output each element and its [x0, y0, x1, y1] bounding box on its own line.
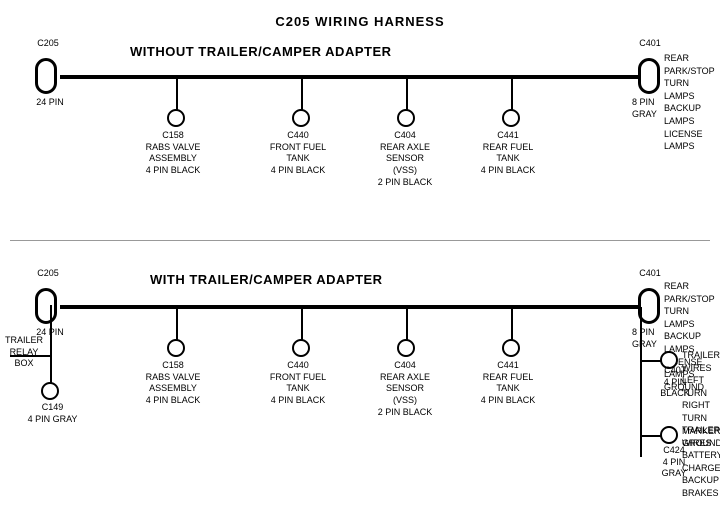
section1-title: WITHOUT TRAILER/CAMPER ADAPTER	[130, 44, 392, 59]
section1-main-wire	[60, 75, 642, 79]
section1-c205-connector	[35, 58, 57, 94]
section2-c401-pin: 8 PINGRAY	[630, 327, 680, 350]
section2-c149-label: C1494 PIN GRAY	[25, 402, 80, 425]
section1-c158-connector	[167, 109, 185, 127]
section2-c424-hline	[640, 435, 662, 437]
section2-c205-label: C205	[28, 268, 68, 280]
diagram-area: C205 WIRING HARNESS WITHOUT TRAILER/CAMP…	[0, 0, 720, 490]
section1-c205-pin: 24 PIN	[25, 97, 75, 109]
section1-c441-connector	[502, 109, 520, 127]
section1-drop2-line	[301, 77, 303, 112]
section1-c401-connector	[638, 58, 660, 94]
section-divider	[10, 240, 710, 241]
section1-drop4-line	[511, 77, 513, 112]
section2-relay-vline	[50, 305, 52, 355]
section1-c401-pin: 8 PINGRAY	[630, 97, 680, 120]
section2-c441-connector	[502, 339, 520, 357]
section2-right-vline1	[640, 307, 642, 397]
section1-c404-label: C404REAR AXLESENSOR(VSS)2 PIN BLACK	[372, 130, 438, 188]
section1-c205-label: C205	[28, 38, 68, 50]
section2-drop3-line	[406, 307, 408, 342]
section2-c440-label: C440FRONT FUELTANK4 PIN BLACK	[268, 360, 328, 407]
section2-relay-label: TRAILERRELAYBOX	[0, 335, 48, 370]
section2-c404-connector	[397, 339, 415, 357]
section1-c441-label: C441REAR FUELTANK4 PIN BLACK	[478, 130, 538, 177]
section1-c401-label: C401	[630, 38, 670, 50]
section2-c401-label: C401	[630, 268, 670, 280]
section1-drop1-line	[176, 77, 178, 112]
section2-c441-label: C441REAR FUELTANK4 PIN BLACK	[478, 360, 538, 407]
section2-c149-vline	[50, 355, 52, 385]
section2-right-vline2	[640, 397, 642, 457]
section1-c440-connector	[292, 109, 310, 127]
section1-c440-label: C440FRONT FUELTANK4 PIN BLACK	[268, 130, 328, 177]
section2-c158-connector	[167, 339, 185, 357]
section1-c404-connector	[397, 109, 415, 127]
page-title: C205 WIRING HARNESS	[0, 6, 720, 29]
section2-drop4-line	[511, 307, 513, 342]
section2-c205-connector	[35, 288, 57, 324]
section2-c407-hline	[640, 360, 662, 362]
section2-c424-connector	[660, 426, 678, 444]
section2-c424-desc: TRAILER WIRESBATTERY CHARGEBACKUPBRAKES	[682, 424, 720, 500]
section2-c149-connector	[41, 382, 59, 400]
section2-main-wire	[60, 305, 642, 309]
section2-c404-label: C404REAR AXLESENSOR(VSS)2 PIN BLACK	[372, 360, 438, 418]
section1-c158-label: C158RABS VALVEASSEMBLY4 PIN BLACK	[143, 130, 203, 177]
section2-c158-label: C158RABS VALVEASSEMBLY4 PIN BLACK	[143, 360, 203, 407]
section2-drop1-line	[176, 307, 178, 342]
section2-title: WITH TRAILER/CAMPER ADAPTER	[150, 272, 383, 287]
section2-c440-connector	[292, 339, 310, 357]
section2-drop2-line	[301, 307, 303, 342]
section1-drop3-line	[406, 77, 408, 112]
